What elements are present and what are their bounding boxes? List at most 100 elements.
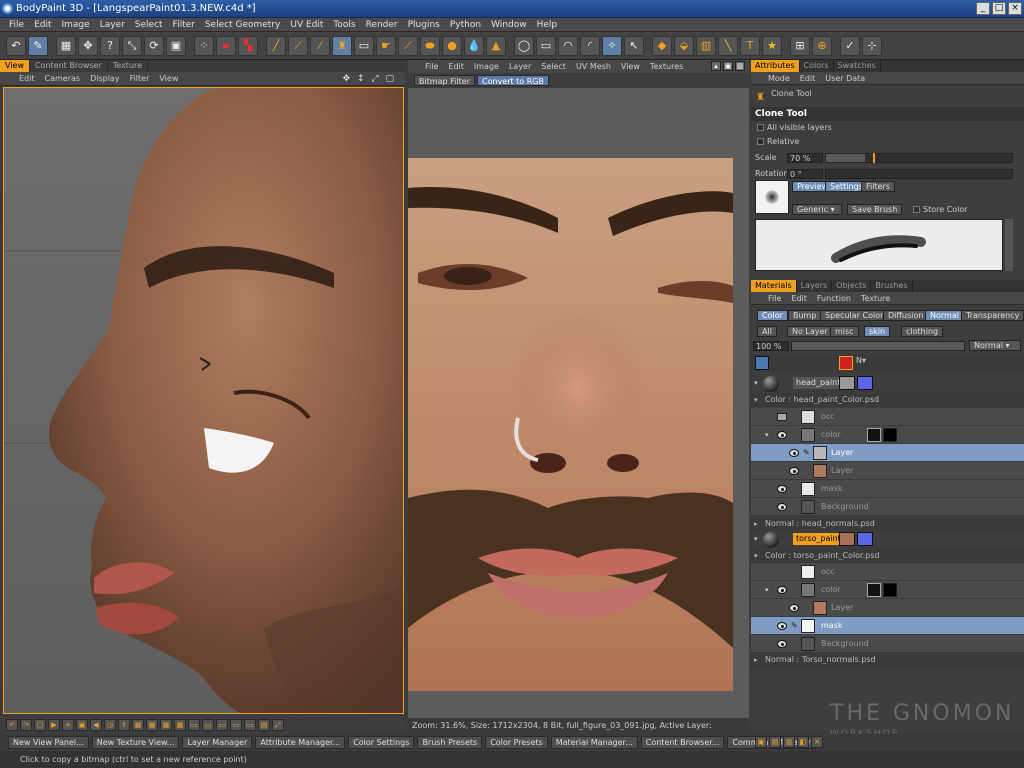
menu-select[interactable]: Select	[130, 18, 168, 31]
brush-presets-button[interactable]: Brush Presets	[417, 735, 483, 749]
lock-icon[interactable]: ▢	[34, 719, 46, 731]
layerset-skin[interactable]: skin	[864, 326, 891, 337]
close-button[interactable]: ×	[1008, 2, 1022, 15]
tab-brushes[interactable]: Brushes	[871, 280, 913, 292]
channel-bump-button[interactable]: Bump	[788, 310, 822, 321]
menu-image[interactable]: Image	[57, 18, 95, 31]
layer-row-selected[interactable]: ✎ Layer	[751, 444, 1024, 462]
blur-icon[interactable]: ⟋	[398, 35, 418, 56]
tex-menu-file[interactable]: File	[420, 60, 443, 73]
move-selection-icon[interactable]: ↖	[624, 35, 644, 56]
layer-name[interactable]: Layer	[831, 599, 853, 617]
layer-row-selected[interactable]: ✎ mask	[751, 617, 1024, 635]
mat-menu-edit[interactable]: Edit	[786, 292, 812, 304]
unwrap-icon[interactable]: ⊹	[862, 35, 882, 56]
head-normal-channel-row[interactable]: ▸ Normal : head_normals.psd	[751, 517, 1024, 531]
viewport-menu-display[interactable]: Display	[85, 72, 125, 85]
layer-name[interactable]: mask	[821, 617, 843, 635]
expand-arrow-icon[interactable]: ▾	[754, 549, 758, 563]
head-paint-gray-swatch[interactable]	[839, 376, 855, 390]
layer-name[interactable]: Layer	[831, 444, 853, 462]
layer-name[interactable]: color	[821, 426, 841, 444]
eye-icon[interactable]	[777, 485, 787, 493]
tex-menu-uv-mesh[interactable]: UV Mesh	[571, 60, 616, 73]
head-paint-normal-swatch[interactable]	[857, 376, 873, 390]
polygons-mode-icon[interactable]: ▚	[238, 35, 258, 56]
sharpen-icon[interactable]: ▲	[486, 35, 506, 56]
sponge-icon[interactable]: ⬬	[420, 35, 440, 56]
dodge-icon[interactable]: ●	[442, 35, 462, 56]
layer-row[interactable]: Background	[751, 498, 1024, 516]
eye-icon[interactable]	[777, 431, 787, 439]
channel-normal-button[interactable]: Normal	[925, 310, 964, 321]
layer-row[interactable]: mask	[751, 480, 1024, 498]
layerset-no-layer[interactable]: No Layer	[787, 326, 833, 337]
head-paint-name[interactable]: head_paint	[793, 377, 844, 389]
viewport-menu-edit[interactable]: Edit	[14, 72, 40, 85]
brush-help-icon[interactable]: ?	[100, 35, 120, 56]
tab-texture[interactable]: Texture	[108, 60, 149, 72]
viewport-menu-cameras[interactable]: Cameras	[40, 72, 86, 85]
tab-swatches[interactable]: Swatches	[834, 60, 881, 72]
eye-icon[interactable]	[777, 586, 787, 594]
menu-select-geometry[interactable]: Select Geometry	[200, 18, 286, 31]
layer-name[interactable]: Background	[821, 498, 869, 516]
content-browser-button[interactable]: Content Browser...	[640, 735, 725, 749]
layer-manager-button[interactable]: Layer Manager	[182, 735, 253, 749]
undo-icon[interactable]: ↶	[6, 35, 26, 56]
layer-name[interactable]: occ	[821, 563, 835, 581]
edges-mode-icon[interactable]: ▰	[216, 35, 236, 56]
layer-row[interactable]: Background	[751, 635, 1024, 653]
magic-bullet-icon[interactable]: ✓	[840, 35, 860, 56]
grid-view-icon[interactable]: ▦	[132, 719, 144, 731]
color-presets-button[interactable]: Color Presets	[485, 735, 548, 749]
scale-slider[interactable]	[825, 153, 1013, 163]
3d-viewport[interactable]	[3, 87, 404, 714]
material-manager-button[interactable]: Material Manager...	[550, 735, 638, 749]
rect-select-icon[interactable]: ▭	[536, 35, 556, 56]
layer-name[interactable]: occ	[821, 408, 835, 426]
layout-4-icon[interactable]: ▭	[230, 719, 242, 731]
rotation-input[interactable]: 0 °	[787, 169, 823, 179]
star-icon[interactable]: ★	[762, 35, 782, 56]
tab-colors[interactable]: Colors	[800, 60, 834, 72]
checker-icon[interactable]: ▦	[56, 35, 76, 56]
maximize-button[interactable]: □	[992, 2, 1006, 15]
scale-slider-handle[interactable]	[873, 153, 875, 163]
channel-color-button[interactable]: Color	[757, 310, 788, 321]
layer-row[interactable]: occ	[751, 408, 1024, 426]
brush-preview-icon[interactable]	[755, 180, 789, 214]
new-layer-icon[interactable]: ▣	[755, 736, 767, 748]
clock-icon[interactable]: ◷	[104, 719, 116, 731]
grid-view2-icon[interactable]: ▦	[146, 719, 158, 731]
material-torso-paint-row[interactable]: ▾ torso_paint	[751, 530, 1024, 548]
layout-2-icon[interactable]: ▭	[202, 719, 214, 731]
save-brush-button[interactable]: Save Brush	[847, 204, 903, 215]
layerset-clothing[interactable]: clothing	[901, 326, 944, 337]
eye-icon[interactable]	[789, 449, 799, 457]
layer-name[interactable]: Layer	[831, 462, 853, 480]
menu-filter[interactable]: Filter	[168, 18, 200, 31]
texture-canvas[interactable]	[408, 88, 749, 718]
tex-menu-view[interactable]: View	[616, 60, 645, 73]
projection-icon[interactable]: ⊕	[812, 35, 832, 56]
mask-layer-icon[interactable]: ◧	[797, 736, 809, 748]
line-icon[interactable]: ╲	[718, 35, 738, 56]
tab-layers[interactable]: Layers	[797, 280, 833, 292]
tab-content-browser[interactable]: Content Browser	[30, 60, 108, 72]
attr-menu-mode[interactable]: Mode	[763, 72, 795, 84]
brush-select-icon[interactable]: ▣	[166, 35, 186, 56]
menu-window[interactable]: Window	[486, 18, 532, 31]
rewind-icon[interactable]: ◀	[90, 719, 102, 731]
collapse-arrow-icon[interactable]: ▸	[754, 517, 758, 531]
redo-view-icon[interactable]: ↷	[20, 719, 32, 731]
grid-icon[interactable]: ⊞	[790, 35, 810, 56]
menu-render[interactable]: Render	[361, 18, 403, 31]
duplicate-layer-icon[interactable]: ▥	[783, 736, 795, 748]
layer-name[interactable]: mask	[821, 480, 843, 498]
mat-menu-file[interactable]: File	[763, 292, 786, 304]
brush-rotate-icon[interactable]: ⟳	[144, 35, 164, 56]
torso-paint-color-swatch[interactable]	[839, 532, 855, 546]
brush-preset-select[interactable]: Generic ▾	[792, 204, 842, 215]
brush-scale-icon[interactable]: ⤡	[122, 35, 142, 56]
